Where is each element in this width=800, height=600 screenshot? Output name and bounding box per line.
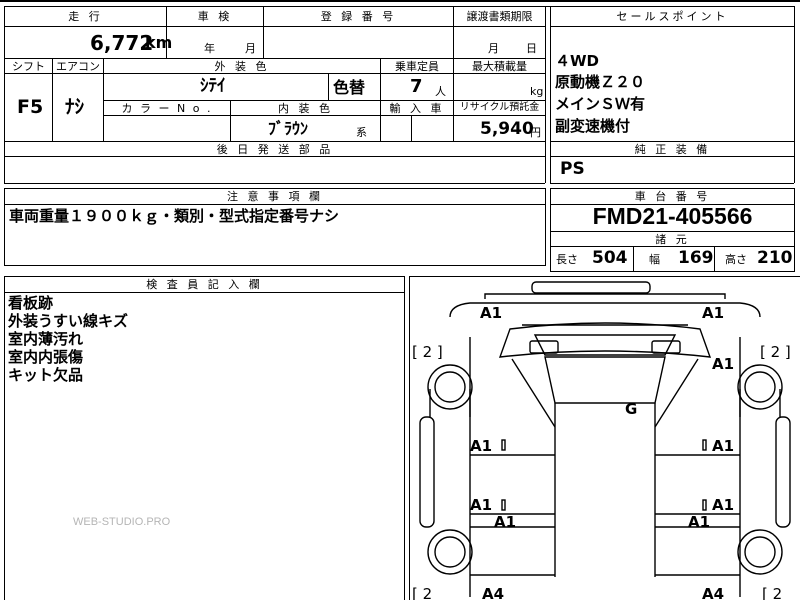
transfer-deadline-header: 譲渡書類期限 [466,10,533,23]
bracket-left-front: [ 2 ] [412,343,443,361]
mark-a1-right-fender: A1 [712,355,734,373]
height-label: 高さ [725,253,747,266]
vehicle-damage-diagram: A1 A1 A1 G A1 A1 A1 A1 A1 A1 A4 A4 [ 2 ]… [412,281,791,600]
length-label: 長さ [556,253,578,266]
shift-header: シフト [12,60,45,73]
sales-point-header: セールスポイント [616,10,729,23]
chassis-number-header: 車 台 番 号 [634,190,711,203]
mark-a1-left-sill: A1 [494,513,516,531]
mark-g-windshield: G [625,400,637,418]
inspector-note: 外装うすい線キズ [8,312,129,330]
length-value: 504 [592,248,628,268]
mark-a4-right-rear: A4 [702,585,724,600]
load-unit: kg [530,85,544,98]
mark-a1-left-front-door: A1 [470,437,492,455]
interior-color-value: ﾌﾞﾗｳﾝ [268,119,309,138]
mark-a1-front-right: A1 [702,304,724,322]
mileage-unit: km [145,33,173,52]
registration-header: 登 録 番 号 [320,10,397,23]
interior-color-suffix: 系 [356,126,367,139]
inspector-note: 室内薄汚れ [8,330,84,348]
later-parts-header: 後 日 発 送 部 品 [216,143,334,156]
mark-a1-right-front-door: A1 [712,437,734,455]
inspector-notes-header: 検 査 員 記 入 欄 [146,278,263,291]
recycle-deposit-value: 5,940 [480,119,534,139]
width-value: 169 [678,248,714,268]
transfer-day: 日 [526,42,537,55]
mark-a1-left-rear-door: A1 [470,496,492,514]
capacity-header: 乗車定員 [395,60,439,73]
aircon-value: ﾅｼ [65,96,85,118]
genuine-equipment-header: 純 正 装 備 [634,143,711,156]
bracket-right-front: [ 2 ] [760,343,791,361]
shift-value: F5 [17,96,44,118]
aircon-header: エアコン [56,60,100,73]
inspector-note: 室内内張傷 [8,348,84,366]
mark-a1-front-left: A1 [480,304,502,322]
color-number-header: カ ラ ー N o . [121,102,213,115]
mileage-header: 走 行 [68,10,103,23]
height-value: 210 [757,248,793,268]
bracket-left-rear: [ 2 [412,585,432,600]
shaken-month: 月 [245,42,256,55]
inspector-note: 看板跡 [8,294,54,312]
recycle-deposit-unit: 円 [530,126,541,139]
exterior-color-header: 外 装 色 [214,60,270,73]
sales-point-item: メインＳＷ有 [555,95,646,113]
transfer-month: 月 [488,42,499,55]
color-change-label: 色替 [333,78,366,97]
capacity-unit: 人 [435,85,446,98]
mark-a1-right-sill: A1 [688,513,710,531]
exterior-color-value: ｼﾃｲ [200,76,226,96]
sales-point-item: ４WD [555,52,599,70]
notes-value: 車両重量１９００ｋｇ・類別・型式指定番号ナシ [9,207,340,225]
bracket-right-rear: [ 2 [762,585,782,600]
recycle-deposit-header: リサイクル預託金 [459,102,540,113]
import-car-header: 輸 入 車 [389,102,445,115]
sales-point-item: 副変速機付 [555,117,631,135]
shaken-year: 年 [204,42,215,55]
interior-color-header: 内 装 色 [278,102,333,115]
watermark: WEB-STUDIO.PRO [73,516,171,528]
shaken-header: 車 検 [197,10,233,23]
sales-point-item: 原動機Ｚ２０ [555,73,646,91]
mark-a4-left-rear: A4 [482,585,504,600]
max-load-header: 最大積載量 [472,60,527,73]
notes-header: 注 意 事 項 欄 [227,190,323,203]
mark-a1-right-rear-door: A1 [712,496,734,514]
width-label: 幅 [649,253,660,266]
inspector-note: キット欠品 [8,366,84,384]
genuine-equipment-value: PS [560,159,585,179]
specs-header: 諸 元 [655,233,690,246]
capacity-value: 7 [410,76,423,97]
chassis-number-value: FMD21-405566 [592,203,753,229]
mileage-value: 6,772 [90,31,154,55]
